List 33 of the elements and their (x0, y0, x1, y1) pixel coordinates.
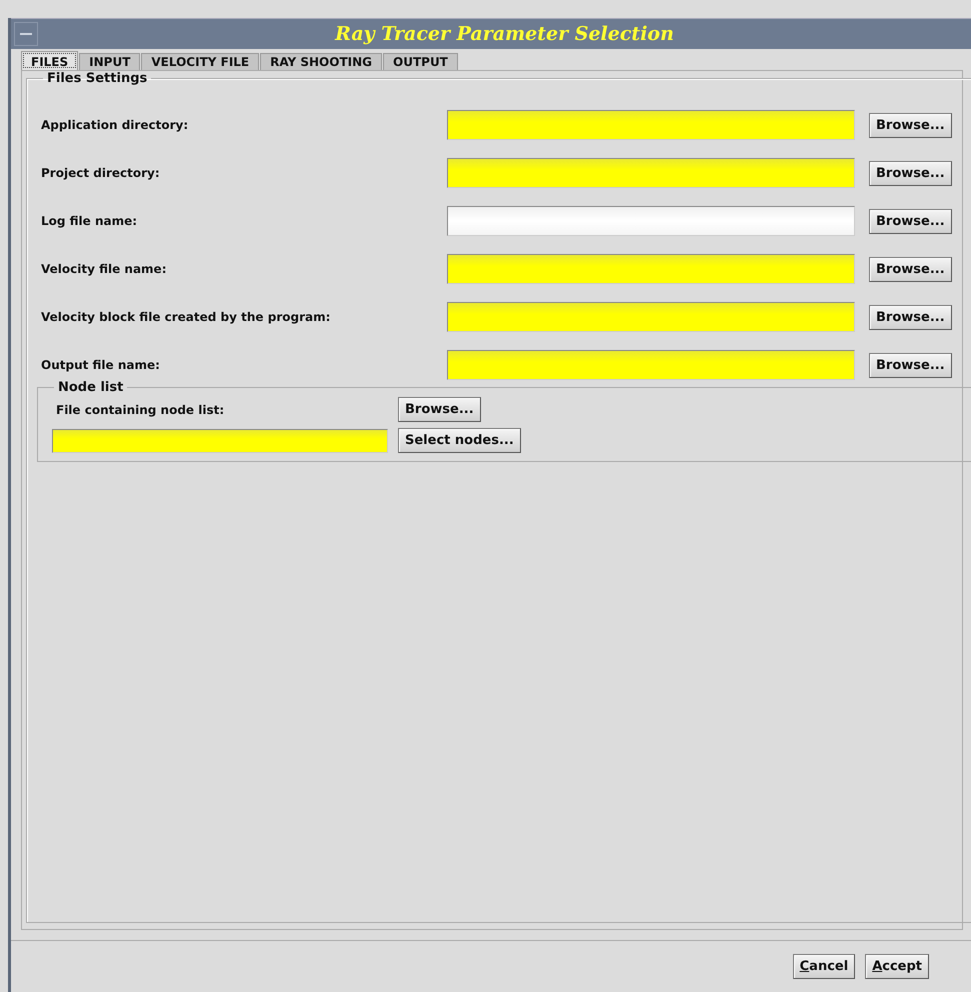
field-label: File containing node list: (55, 402, 226, 416)
browse-button[interactable]: Browse... (398, 397, 481, 422)
field-label: Output file name: (41, 358, 161, 372)
select-nodes-button[interactable]: Select nodes... (398, 428, 521, 453)
input-field[interactable] (447, 254, 855, 284)
browse-button[interactable]: Browse... (869, 112, 952, 138)
input-field[interactable] (447, 302, 855, 332)
input-field[interactable] (447, 110, 855, 140)
input-field[interactable] (447, 350, 855, 380)
browse-button[interactable]: Browse... (869, 256, 952, 282)
browse-button[interactable]: Browse... (869, 304, 952, 330)
field-label: Project directory: (41, 166, 161, 180)
tab[interactable]: FILES (21, 51, 78, 70)
tab[interactable]: INPUT (79, 53, 140, 70)
window-title: Ray Tracer Parameter Selection (334, 23, 675, 45)
browse-button[interactable]: Browse... (869, 208, 952, 234)
tab[interactable]: OUTPUT (383, 53, 458, 70)
input-field[interactable] (447, 206, 855, 236)
tab[interactable]: VELOCITY FILE (141, 53, 260, 70)
cancel-button[interactable]: Cancel (792, 954, 856, 979)
field-label: Log file name: (41, 214, 138, 228)
input-field[interactable] (447, 158, 855, 188)
field-label: Velocity block file created by the program: (41, 310, 332, 324)
field-label: Application directory: (41, 118, 190, 132)
browse-button[interactable]: Browse... (869, 352, 952, 378)
group-title: Node list (57, 380, 124, 395)
browse-button[interactable]: Browse... (869, 160, 952, 186)
input-field[interactable] (52, 428, 388, 452)
accept-button[interactable]: Accept (865, 954, 929, 979)
field-label: Velocity file name: (41, 262, 168, 276)
tab[interactable]: RAY SHOOTING (260, 53, 382, 70)
group-title: Files Settings (46, 71, 148, 86)
minimize-button[interactable] (14, 22, 38, 46)
